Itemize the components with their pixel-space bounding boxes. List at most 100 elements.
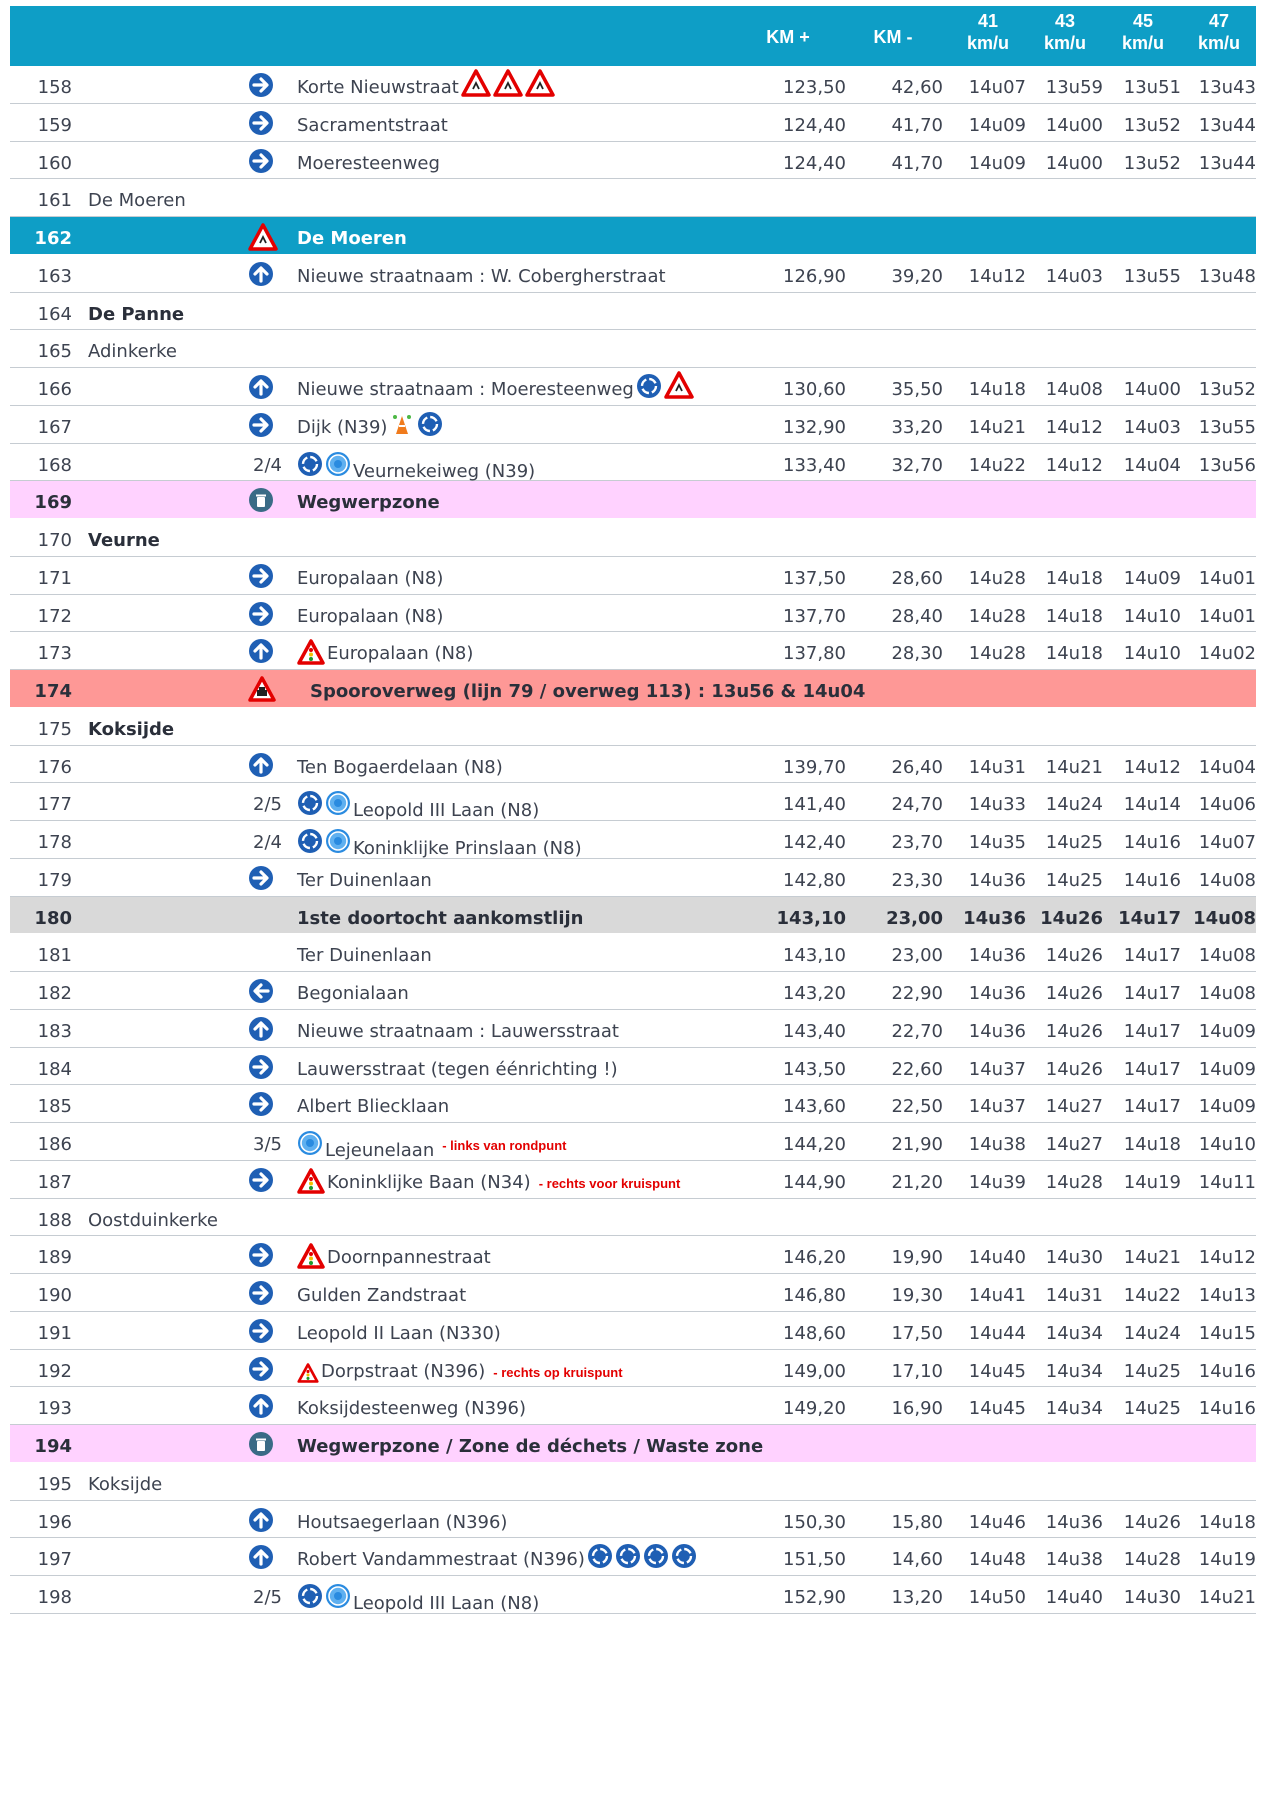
- table-row: 183 Nieuwe straatnaam : Lauwersstraat 143,…: [10, 1010, 1256, 1048]
- street-name: Wegwerpzone / Zone de déchets / Waste zo…: [297, 1425, 763, 1467]
- street-label: Koksijdesteenweg (N396): [297, 1398, 527, 1419]
- table-row: 197 Robert Vandammestraat (N396) 151,50 14,…: [10, 1538, 1256, 1576]
- time-cell: 13u52: [1198, 379, 1256, 400]
- row-number: 159: [37, 115, 72, 136]
- table-row: 180 1ste doortocht aankomstlijn 143,10 23,0…: [10, 897, 1256, 933]
- header-speed-43: 43 km/u: [1043, 11, 1086, 53]
- row-number: 190: [37, 1285, 72, 1306]
- time-cell: 13u44: [1198, 153, 1256, 174]
- row-number: 192: [37, 1361, 72, 1382]
- time-cell: 14u19: [1198, 1549, 1256, 1570]
- time-cell: 14u08: [1198, 945, 1256, 966]
- exit-fraction: 3/5: [253, 1134, 282, 1155]
- km-plus: 150,30: [783, 1512, 846, 1533]
- street-name: Leopold III Laan (N8): [297, 1576, 539, 1618]
- street-name: Nieuwe straatnaam : W. Cobergherstraat: [297, 255, 666, 297]
- time-cell: 14u17: [1123, 945, 1181, 966]
- time-cell: 14u25: [1123, 1398, 1181, 1419]
- km-minus: 23,00: [891, 945, 943, 966]
- street-name: Leopold III Laan (N8): [297, 783, 539, 825]
- street-label: Europalaan (N8): [297, 606, 444, 627]
- street-name: Ten Bogaerdelaan (N8): [297, 746, 503, 788]
- km-minus: 19,30: [891, 1285, 943, 1306]
- km-minus: 28,30: [891, 643, 943, 664]
- table-row: 179 Ter Duinenlaan 142,80 23,30 14u36 14u25 14…: [10, 859, 1256, 897]
- time-cell: 13u52: [1123, 153, 1181, 174]
- table-row: 193 Koksijdesteenweg (N396) 149,20 16,90 14u…: [10, 1387, 1256, 1425]
- street-label: Veurnekeiweg (N39): [353, 461, 536, 482]
- time-cell: 14u16: [1198, 1398, 1256, 1419]
- table-row: 159 Sacramentstraat 124,40 41,70 14u09 14u00 1…: [10, 104, 1256, 142]
- km-minus: 13,20: [891, 1587, 943, 1608]
- time-cell: 14u11: [1198, 1172, 1256, 1193]
- time-cell: 14u34: [1045, 1361, 1103, 1382]
- time-cell: 14u30: [1123, 1587, 1181, 1608]
- street-name: Lejeunelaan - links van rondpunt: [297, 1123, 566, 1165]
- time-cell: 13u52: [1123, 115, 1181, 136]
- time-cell: 14u26: [1123, 1512, 1181, 1533]
- km-minus: 22,90: [891, 983, 943, 1004]
- time-cell: 14u00: [1123, 379, 1181, 400]
- time-cell: 14u08: [1198, 870, 1256, 891]
- time-cell: 14u28: [968, 643, 1026, 664]
- time-cell: 14u48: [968, 1549, 1026, 1570]
- time-cell: 14u14: [1123, 794, 1181, 815]
- row-number: 178: [37, 832, 72, 853]
- street-name: Houtsaegerlaan (N396): [297, 1501, 507, 1543]
- row-number: 165: [37, 341, 72, 362]
- table-row: 172 Europalaan (N8) 137,70 28,40 14u28 14u18 1…: [10, 595, 1256, 632]
- time-cell: 14u01: [1198, 606, 1256, 627]
- time-cell: 14u18: [968, 379, 1026, 400]
- row-number: 195: [37, 1474, 72, 1495]
- km-plus: 143,40: [783, 1021, 846, 1042]
- row-number: 161: [37, 190, 72, 211]
- time-cell: 14u50: [968, 1587, 1026, 1608]
- roundabout-icon: [297, 1582, 323, 1626]
- street-label: Doornpannestraat: [327, 1247, 491, 1268]
- time-cell: 14u24: [1045, 794, 1103, 815]
- table-row: 198 2/5 Leopold III Laan (N8) 152,90 13,20 14…: [10, 1576, 1256, 1614]
- row-number: 168: [37, 455, 72, 476]
- straight-ahead-icon: [248, 374, 276, 404]
- km-plus: 146,80: [783, 1285, 846, 1306]
- route-note: - rechts voor kruispunt: [538, 1176, 681, 1191]
- row-number: 187: [37, 1172, 72, 1193]
- km-minus: 39,20: [891, 266, 943, 287]
- header-speed-45: 45 km/u: [1121, 11, 1164, 53]
- km-minus: 15,80: [891, 1512, 943, 1533]
- street-label: Leopold II Laan (N330): [297, 1323, 501, 1344]
- place-name: Veurne: [88, 530, 160, 551]
- km-minus: 21,20: [891, 1172, 943, 1193]
- time-cell: 14u08: [1045, 379, 1103, 400]
- km-minus: 19,90: [891, 1247, 943, 1268]
- exit-fraction: 2/4: [253, 455, 282, 476]
- straight-ahead-icon: [248, 261, 276, 291]
- km-minus: 23,70: [891, 832, 943, 853]
- turn-right-icon: [248, 148, 276, 178]
- straight-ahead-icon: [248, 1544, 276, 1574]
- turn-right-icon: [248, 601, 276, 631]
- time-cell: 13u55: [1123, 266, 1181, 287]
- street-label: Lejeunelaan: [325, 1140, 435, 1161]
- turn-right-icon: [248, 563, 276, 593]
- km-minus: 22,50: [891, 1096, 943, 1117]
- street-label: Wegwerpzone / Zone de déchets / Waste zo…: [297, 1436, 764, 1457]
- street-label: Leopold III Laan (N8): [353, 800, 540, 821]
- time-cell: 14u18: [1045, 606, 1103, 627]
- table-row: 161 De Moeren: [10, 179, 1256, 217]
- time-cell: 14u09: [968, 115, 1026, 136]
- time-cell: 14u34: [1045, 1398, 1103, 1419]
- km-plus: 132,90: [783, 417, 846, 438]
- time-cell: 14u22: [1123, 1285, 1181, 1306]
- time-cell: 13u43: [1198, 77, 1256, 98]
- turn-right-icon: [248, 1356, 276, 1386]
- time-cell: 14u37: [968, 1059, 1026, 1080]
- turn-right-icon: [248, 1167, 276, 1197]
- warning-icon: [248, 223, 278, 253]
- turn-right-icon: [248, 412, 276, 442]
- time-cell: 14u26: [1045, 983, 1103, 1004]
- time-cell: 14u26: [1040, 908, 1103, 929]
- time-cell: 14u10: [1123, 606, 1181, 627]
- km-minus: 22,60: [891, 1059, 943, 1080]
- street-name: Doornpannestraat: [297, 1236, 491, 1278]
